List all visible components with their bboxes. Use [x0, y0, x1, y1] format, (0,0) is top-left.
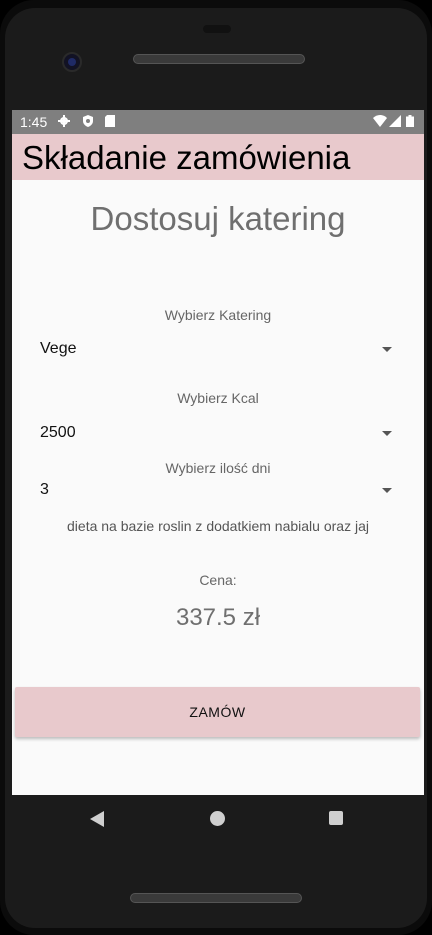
catering-dropdown[interactable]: Vege	[40, 336, 392, 364]
status-bar: 1:45	[12, 110, 424, 134]
earpiece-speaker	[133, 54, 305, 64]
days-selected-value: 3	[40, 481, 49, 498]
price-value: 337.5 zł	[175, 604, 261, 631]
device-frame: 1:45 Składanie zamówienia Dostosuj kater…	[0, 0, 432, 935]
catering-label: Wybierz Katering	[164, 307, 272, 323]
dropdown-arrow-icon	[382, 431, 392, 436]
battery-icon	[406, 115, 414, 127]
wifi-icon	[373, 115, 387, 127]
gear-icon	[58, 115, 70, 127]
shield-icon	[82, 115, 94, 127]
status-time: 1:45	[20, 114, 48, 130]
app-bar-title: Składanie zamówienia	[22, 139, 351, 176]
order-button[interactable]: ZAMÓW	[15, 687, 420, 737]
app-bar: Składanie zamówienia	[12, 134, 424, 180]
diet-description: dieta na bazie roslin z dodatkiem nabial…	[67, 518, 369, 534]
back-icon[interactable]	[90, 811, 104, 827]
kcal-dropdown[interactable]: 2500	[40, 420, 392, 448]
bottom-speaker	[130, 893, 302, 903]
days-label: Wybierz ilość dni	[165, 460, 271, 476]
dropdown-arrow-icon	[382, 488, 392, 493]
price-label: Cena:	[199, 572, 237, 588]
top-sensor	[203, 25, 231, 33]
home-icon[interactable]	[210, 811, 225, 826]
recents-icon[interactable]	[329, 811, 343, 825]
dropdown-arrow-icon	[382, 347, 392, 352]
catering-selected-value: Vege	[40, 340, 77, 357]
days-dropdown[interactable]: 3	[40, 477, 392, 505]
kcal-selected-value: 2500	[40, 424, 76, 441]
page-heading: Dostosuj katering	[90, 200, 346, 237]
front-camera	[62, 52, 82, 72]
app-screen: 1:45 Składanie zamówienia Dostosuj kater…	[12, 110, 424, 795]
sd-card-icon	[104, 115, 116, 127]
system-nav-bar	[12, 795, 424, 843]
kcal-label: Wybierz Kcal	[177, 390, 259, 406]
signal-icon	[389, 115, 401, 127]
